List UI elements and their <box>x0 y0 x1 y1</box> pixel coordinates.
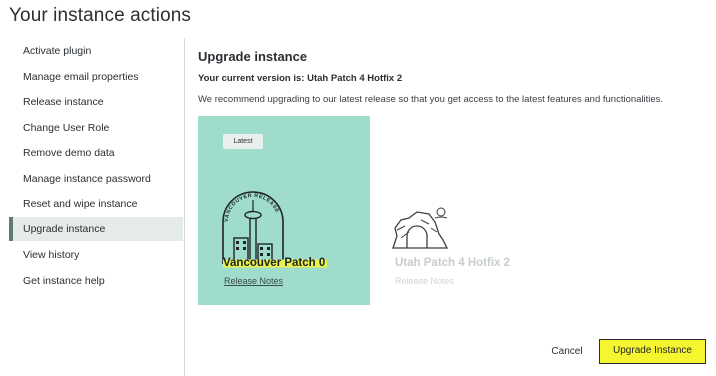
vancouver-tower-icon: VANCOUVER RELEASE <box>222 191 284 265</box>
sidebar-item-change-user-role[interactable]: Change User Role <box>9 116 183 140</box>
release-card-title: Vancouver Patch 0 <box>223 257 328 269</box>
sidebar-item-view-history[interactable]: View history <box>9 243 183 267</box>
sidebar: Activate plugin Manage email properties … <box>0 38 185 376</box>
sidebar-item-release-instance[interactable]: Release instance <box>9 90 183 114</box>
upgrade-instance-button[interactable]: Upgrade Instance <box>599 339 706 364</box>
release-notes-link[interactable]: Release Notes <box>224 276 283 286</box>
sidebar-item-upgrade-instance[interactable]: Upgrade instance <box>9 217 183 241</box>
current-version-text: Your current version is: Utah Patch 4 Ho… <box>198 73 403 84</box>
upgrade-panel: Upgrade instance Your current version is… <box>198 0 716 376</box>
panel-title: Upgrade instance <box>198 49 308 64</box>
recommendation-text: We recommend upgrading to our latest rel… <box>198 94 664 105</box>
sidebar-item-manage-instance-password[interactable]: Manage instance password <box>9 167 183 191</box>
release-card-utah[interactable]: Utah Patch 4 Hotfix 2 Release Notes <box>391 116 563 305</box>
sidebar-item-manage-email-properties[interactable]: Manage email properties <box>9 65 183 89</box>
cancel-button[interactable]: Cancel <box>544 338 590 366</box>
utah-arch-icon <box>392 207 449 249</box>
sidebar-item-get-instance-help[interactable]: Get instance help <box>9 269 183 293</box>
page-title: Your instance actions <box>9 5 192 26</box>
release-card-vancouver[interactable]: Latest VANCOUVER RELEASE Vancouver Patch… <box>198 116 370 305</box>
sidebar-item-activate-plugin[interactable]: Activate plugin <box>9 39 183 63</box>
release-notes-link[interactable]: Release Notes <box>395 276 454 286</box>
sidebar-item-reset-and-wipe-instance[interactable]: Reset and wipe instance <box>9 192 183 216</box>
latest-badge: Latest <box>223 134 263 149</box>
sidebar-item-remove-demo-data[interactable]: Remove demo data <box>9 141 183 165</box>
release-card-title: Utah Patch 4 Hotfix 2 <box>395 257 511 269</box>
